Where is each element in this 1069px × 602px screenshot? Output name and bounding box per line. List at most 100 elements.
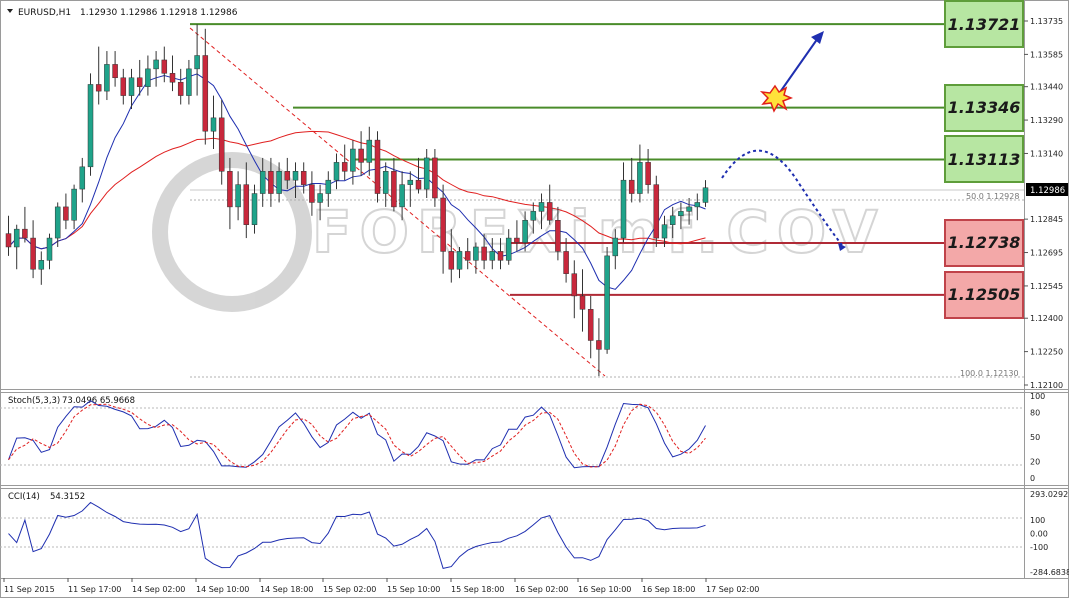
candle-body xyxy=(350,148,356,172)
cci-label: CCI(14) xyxy=(8,492,40,502)
candle-body xyxy=(251,193,258,225)
cci-tick-label: 100 xyxy=(1030,516,1045,525)
price-tick-label: 1.12845 xyxy=(1030,215,1063,224)
candle-body xyxy=(292,171,299,181)
price-tick-label: 1.12695 xyxy=(1030,249,1063,258)
candle-body xyxy=(317,193,323,203)
time-tick-label: 16 Sep 02:00 xyxy=(515,585,568,594)
candle-body xyxy=(145,68,151,87)
price-tick-label: 1.12400 xyxy=(1030,314,1063,323)
stoch-tick-label: 100 xyxy=(1030,392,1045,401)
price-tick-label: 1.12100 xyxy=(1030,381,1063,390)
candle-body xyxy=(276,171,282,194)
candle-body xyxy=(653,184,660,239)
candle-body xyxy=(538,202,545,212)
time-tick-label: 14 Sep 02:00 xyxy=(132,585,185,594)
time-tick-label: 11 Sep 2015 xyxy=(4,585,55,594)
candle-body xyxy=(202,55,209,132)
candle-body xyxy=(235,184,241,208)
candle-body xyxy=(415,179,422,190)
candle-body xyxy=(382,171,389,194)
chart-canvas: FOREXimf.COV 50.0 1.12928 100.0 1.12130 … xyxy=(0,0,1069,598)
candle-body xyxy=(341,162,348,172)
candle-body xyxy=(645,162,651,185)
candle-body xyxy=(169,73,176,83)
candle-body xyxy=(366,139,373,163)
time-tick-label: 16 Sep 18:00 xyxy=(642,585,695,594)
candle-body xyxy=(505,237,512,261)
candle-body xyxy=(448,251,455,270)
candle-body xyxy=(71,188,77,221)
candle-body xyxy=(514,237,520,243)
candle-body xyxy=(489,251,496,261)
candle-body xyxy=(136,77,143,87)
price-tick-label: 1.12545 xyxy=(1030,282,1063,291)
price-tick-label: 1.12250 xyxy=(1030,348,1063,357)
candle-body xyxy=(374,139,381,194)
current-price-text: 1.12986 xyxy=(1030,186,1065,196)
candle-body xyxy=(161,59,168,74)
candle-body xyxy=(87,84,94,168)
candle-body xyxy=(30,237,36,270)
candle-body xyxy=(358,148,364,163)
candle-body xyxy=(218,117,225,172)
candle-body xyxy=(456,251,463,270)
candle-body xyxy=(177,81,184,96)
candle-body xyxy=(563,251,569,274)
candle-body xyxy=(440,197,446,252)
candle-body xyxy=(22,228,28,239)
candle-body xyxy=(54,206,61,239)
fibo-100-label: 100.0 1.12130 xyxy=(960,369,1019,378)
candle-body xyxy=(407,179,414,185)
candle-body xyxy=(5,233,12,248)
svg-text:FOREXimf.COV: FOREXimf.COV xyxy=(312,198,886,266)
candle-body xyxy=(13,228,20,248)
stoch-tick-label: 50 xyxy=(1030,433,1040,442)
candle-body xyxy=(522,220,528,243)
candle-body xyxy=(612,237,619,257)
level-label-resistance: 1.13113 xyxy=(944,135,1024,184)
candle-body xyxy=(268,171,274,194)
time-tick-label: 15 Sep 02:00 xyxy=(323,585,376,594)
candle-body xyxy=(694,202,701,208)
candle-body xyxy=(678,211,684,217)
candle-body xyxy=(620,179,627,239)
candle-body xyxy=(669,215,676,225)
stoch-tick-label: 0 xyxy=(1030,474,1035,483)
candle-body xyxy=(128,77,135,96)
candle-body xyxy=(227,171,233,208)
candle-body xyxy=(604,255,610,350)
level-label-resistance: 1.13346 xyxy=(944,83,1024,132)
ohlc-values: 1.12930 1.12986 1.12918 1.12986 xyxy=(80,8,238,18)
time-tick-label: 15 Sep 18:00 xyxy=(451,585,504,594)
cci-tick-label: -284.6838 xyxy=(1030,568,1069,577)
candle-body xyxy=(399,184,405,208)
candle-body xyxy=(112,64,118,79)
time-tick-label: 17 Sep 02:00 xyxy=(706,585,759,594)
candle-body xyxy=(104,64,110,92)
candle-body xyxy=(628,179,635,194)
candle-body xyxy=(432,157,438,199)
candle-body xyxy=(186,68,192,96)
price-tick-label: 1.13585 xyxy=(1030,50,1063,59)
candle-body xyxy=(79,166,86,190)
candle-body xyxy=(46,237,53,261)
candle-body xyxy=(153,59,159,70)
stoch-tick-label: 20 xyxy=(1030,458,1040,467)
candle-body xyxy=(210,117,217,132)
price-tick-label: 1.13290 xyxy=(1030,116,1063,125)
candle-body xyxy=(596,340,602,350)
candle-body xyxy=(473,246,479,261)
level-label-support: 1.12738 xyxy=(944,218,1024,267)
candle-body xyxy=(259,171,266,194)
price-tick-label: 1.13140 xyxy=(1030,149,1063,158)
candle-body xyxy=(497,251,504,261)
candle-body xyxy=(391,171,397,208)
cci-value: 54.3152 xyxy=(50,492,85,502)
time-tick-label: 11 Sep 17:00 xyxy=(68,585,121,594)
candle-body xyxy=(284,171,291,181)
candle-body xyxy=(95,84,102,92)
candle-body xyxy=(661,224,668,239)
symbol-label: EURUSD,H1 xyxy=(18,8,71,18)
candle-body xyxy=(325,179,332,194)
